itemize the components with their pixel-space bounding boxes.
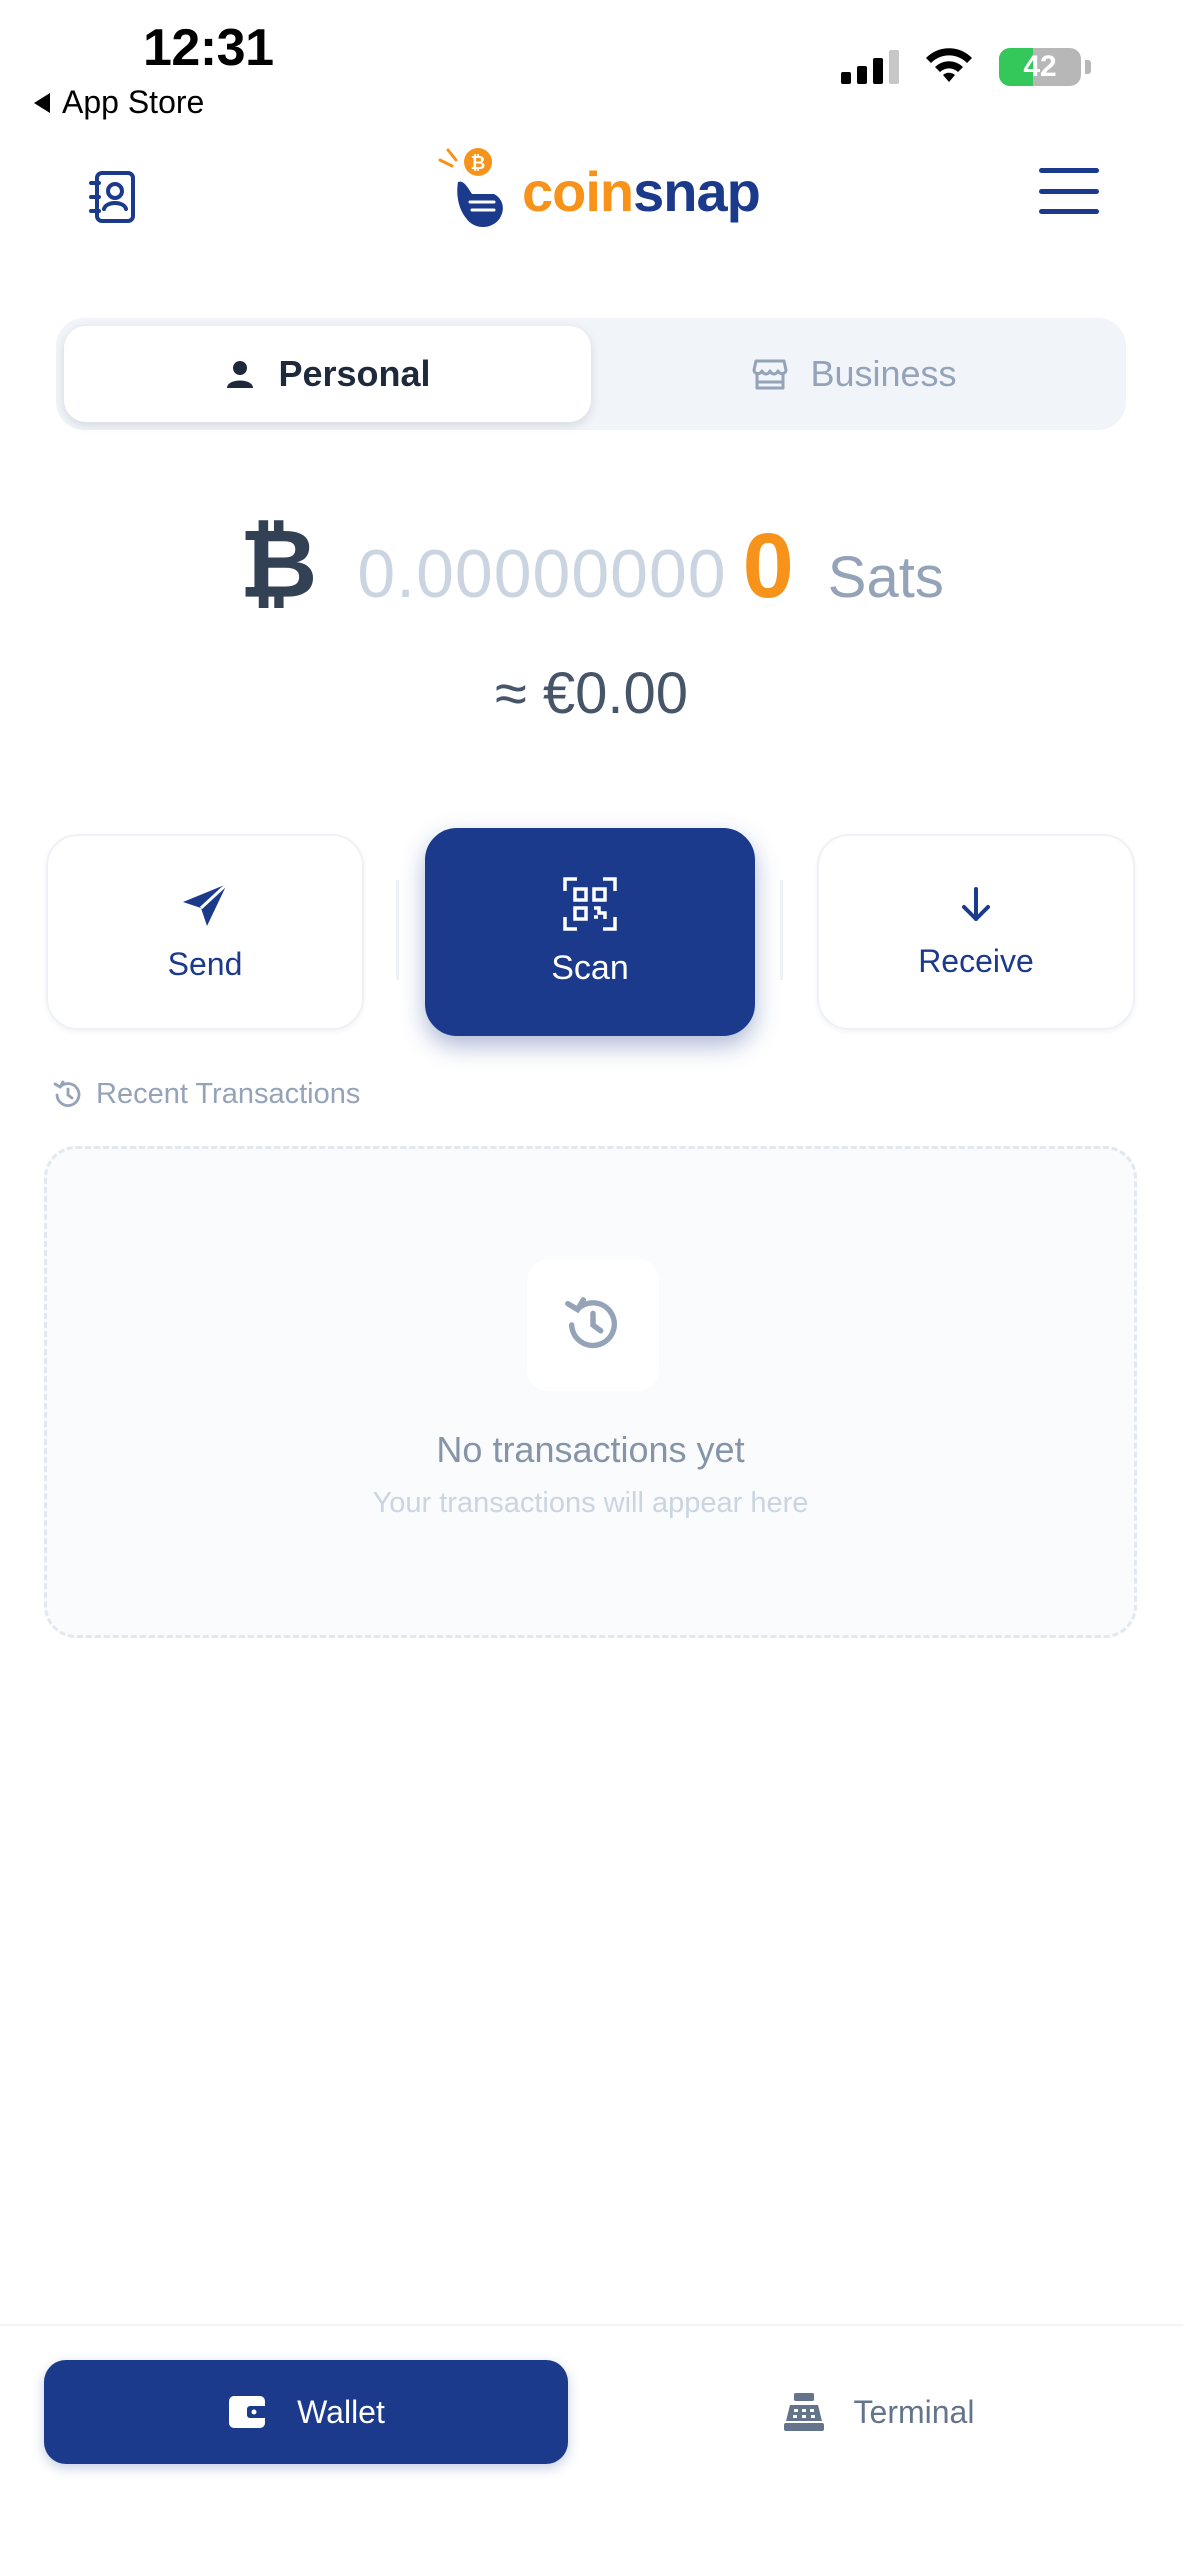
bottom-navigation: Wallet Terminal xyxy=(0,2324,1183,2560)
history-icon xyxy=(53,1080,81,1107)
recent-transactions-header: Recent Transactions xyxy=(52,1078,360,1111)
receive-label: Receive xyxy=(918,942,1034,979)
arrow-down-icon xyxy=(962,886,990,921)
coinsnap-hand-icon: ₿ xyxy=(438,148,503,227)
empty-state-title: No transactions yet xyxy=(436,1429,745,1470)
send-button[interactable]: Send xyxy=(46,834,364,1030)
wallet-icon xyxy=(229,2396,268,2428)
tab-business-label: Business xyxy=(810,353,957,394)
nav-terminal[interactable]: Terminal xyxy=(616,2360,1140,2464)
battery-level: 42 xyxy=(1023,50,1057,83)
hamburger-menu-button[interactable] xyxy=(1039,168,1099,214)
sats-unit: Sats xyxy=(827,545,944,610)
bitcoin-symbol: ₿ xyxy=(239,511,318,618)
transactions-empty-state: No transactions yet Your transactions wi… xyxy=(44,1146,1137,1638)
account-mode-toggle: Personal Business xyxy=(56,318,1126,430)
sats-amount: 0 xyxy=(742,515,794,617)
cash-register-icon xyxy=(783,2393,824,2431)
tab-personal-label: Personal xyxy=(278,353,431,394)
logo-text-coin: coin xyxy=(522,159,634,223)
wifi-icon xyxy=(926,48,972,82)
scan-button[interactable]: Scan xyxy=(425,828,755,1036)
balance-display: ₿ 0.00000000 0 Sats xyxy=(0,510,1183,620)
status-icons: 42 xyxy=(841,48,1091,86)
nav-wallet[interactable]: Wallet xyxy=(44,2360,568,2464)
battery-icon: 42 xyxy=(999,48,1081,86)
logo-text-snap: snap xyxy=(633,159,761,223)
qr-scan-icon xyxy=(563,876,617,931)
nav-wallet-label: Wallet xyxy=(297,2393,385,2430)
back-arrow-icon xyxy=(34,92,50,113)
back-app-label: App Store xyxy=(62,84,205,120)
fiat-balance: ≈ €0.00 xyxy=(494,661,689,726)
svg-text:₿: ₿ xyxy=(471,153,486,174)
send-label: Send xyxy=(167,945,243,982)
scan-label: Scan xyxy=(551,948,629,987)
receive-button[interactable]: Receive xyxy=(817,834,1135,1030)
recent-transactions-label: Recent Transactions xyxy=(96,1078,361,1110)
back-to-app-store[interactable]: App Store xyxy=(34,84,204,121)
status-time: 12:31 xyxy=(143,19,274,77)
person-icon xyxy=(227,361,254,388)
contacts-book-icon xyxy=(89,171,135,223)
coinsnap-logo: ₿ coinsnap xyxy=(436,146,761,236)
send-paper-plane-icon xyxy=(183,882,229,926)
tab-business[interactable]: Business xyxy=(591,326,1118,422)
history-icon xyxy=(565,1297,617,1349)
nav-terminal-label: Terminal xyxy=(853,2393,975,2430)
contacts-button[interactable] xyxy=(80,164,146,230)
empty-history-badge xyxy=(527,1259,659,1391)
tab-personal[interactable]: Personal xyxy=(64,326,591,422)
storefront-icon xyxy=(752,359,788,390)
btc-amount: 0.00000000 xyxy=(357,536,727,612)
cellular-signal-icon xyxy=(841,50,899,84)
empty-state-subtitle: Your transactions will appear here xyxy=(372,1487,809,1519)
